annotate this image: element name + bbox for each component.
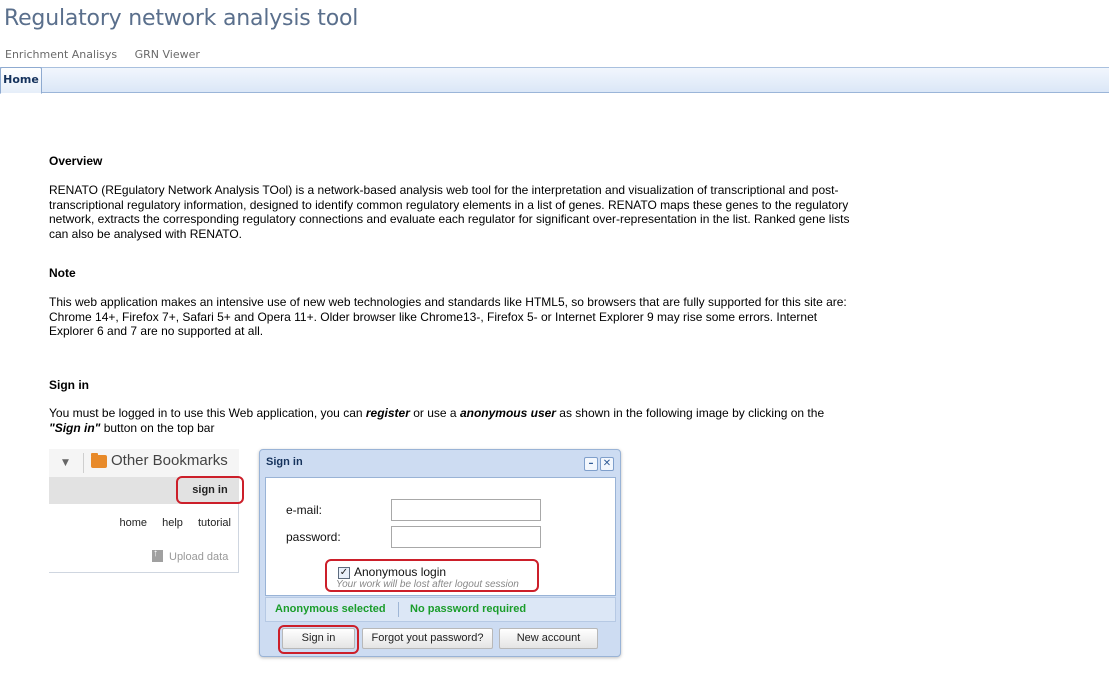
- minimize-icon[interactable]: –: [584, 457, 598, 471]
- forgot-password-button[interactable]: Forgot yout password?: [362, 628, 493, 649]
- email-input[interactable]: [391, 499, 541, 521]
- app-title: Regulatory network analysis tool: [4, 6, 359, 31]
- status-divider: [398, 602, 399, 617]
- signin-text-3: as shown in the following image by click…: [555, 406, 825, 420]
- upload-label: Upload data: [169, 551, 229, 563]
- password-input[interactable]: [391, 526, 541, 548]
- folder-icon: [91, 453, 107, 468]
- anonymous-login-highlight: ✓ Anonymous login Your work will be lost…: [325, 559, 539, 592]
- signin-instructions: You must be logged in to use this Web ap…: [49, 406, 859, 435]
- dropdown-arrow-icon: ▼: [62, 458, 69, 468]
- link-help[interactable]: help: [162, 517, 183, 529]
- overview-heading: Overview: [49, 154, 103, 168]
- dialog-status-bar: Anonymous selected No password required: [265, 597, 616, 622]
- status-anonymous-selected: Anonymous selected: [275, 603, 386, 615]
- overview-text: RENATO (REgulatory Network Analysis TOol…: [49, 183, 850, 241]
- top-nav: Enrichment Analisys GRN Viewer: [5, 48, 214, 61]
- anonymous-login-label[interactable]: Anonymous login: [354, 565, 446, 579]
- new-account-button[interactable]: New account: [499, 628, 598, 649]
- link-tutorial[interactable]: tutorial: [198, 517, 231, 529]
- register-link[interactable]: register: [366, 406, 410, 420]
- signin-dialog: Sign in – ✕ e-mail: password: ✓ Anonymou…: [259, 449, 621, 657]
- bookmarks-panel-image: ▼ Other Bookmarks sign in home help tuto…: [49, 449, 244, 573]
- bookmarks-bar: ▼ Other Bookmarks: [49, 449, 239, 477]
- divider: [83, 453, 84, 473]
- upload-data-link[interactable]: Upload data: [152, 548, 229, 563]
- upload-icon: [152, 548, 163, 562]
- close-icon[interactable]: ✕: [600, 457, 614, 471]
- nav-link-grn-viewer[interactable]: GRN Viewer: [135, 48, 200, 61]
- tab-home[interactable]: Home: [0, 67, 42, 94]
- anonymous-user-text: anonymous user: [459, 406, 556, 420]
- bookmarks-folder-label: Other Bookmarks: [111, 452, 228, 469]
- signin-text-2: or use a: [409, 406, 460, 420]
- signin-text-4: button on the top bar: [100, 420, 215, 435]
- note-heading: Note: [49, 266, 76, 280]
- nav-link-enrichment[interactable]: Enrichment Analisys: [5, 48, 117, 61]
- link-home[interactable]: home: [120, 517, 148, 529]
- note-text: This web application makes an intensive …: [49, 295, 847, 338]
- signin-quote: "Sign in": [49, 420, 101, 435]
- dialog-title: Sign in: [266, 456, 303, 468]
- status-no-password: No password required: [410, 603, 527, 615]
- dialog-body: e-mail: password: ✓ Anonymous login Your…: [265, 477, 616, 596]
- panel-links: home help tutorial: [49, 517, 231, 529]
- tab-bar: Home: [0, 67, 1109, 94]
- anonymous-checkbox[interactable]: ✓: [338, 567, 350, 579]
- anonymous-hint: Your work will be lost after logout sess…: [336, 579, 519, 590]
- email-label: e-mail:: [286, 503, 323, 517]
- signin-text-1: You must be logged in to use this Web ap…: [49, 406, 366, 420]
- signin-small-button[interactable]: sign in: [176, 476, 244, 504]
- signin-heading: Sign in: [49, 378, 89, 392]
- password-label: password:: [286, 530, 341, 544]
- signin-button[interactable]: Sign in: [282, 628, 355, 649]
